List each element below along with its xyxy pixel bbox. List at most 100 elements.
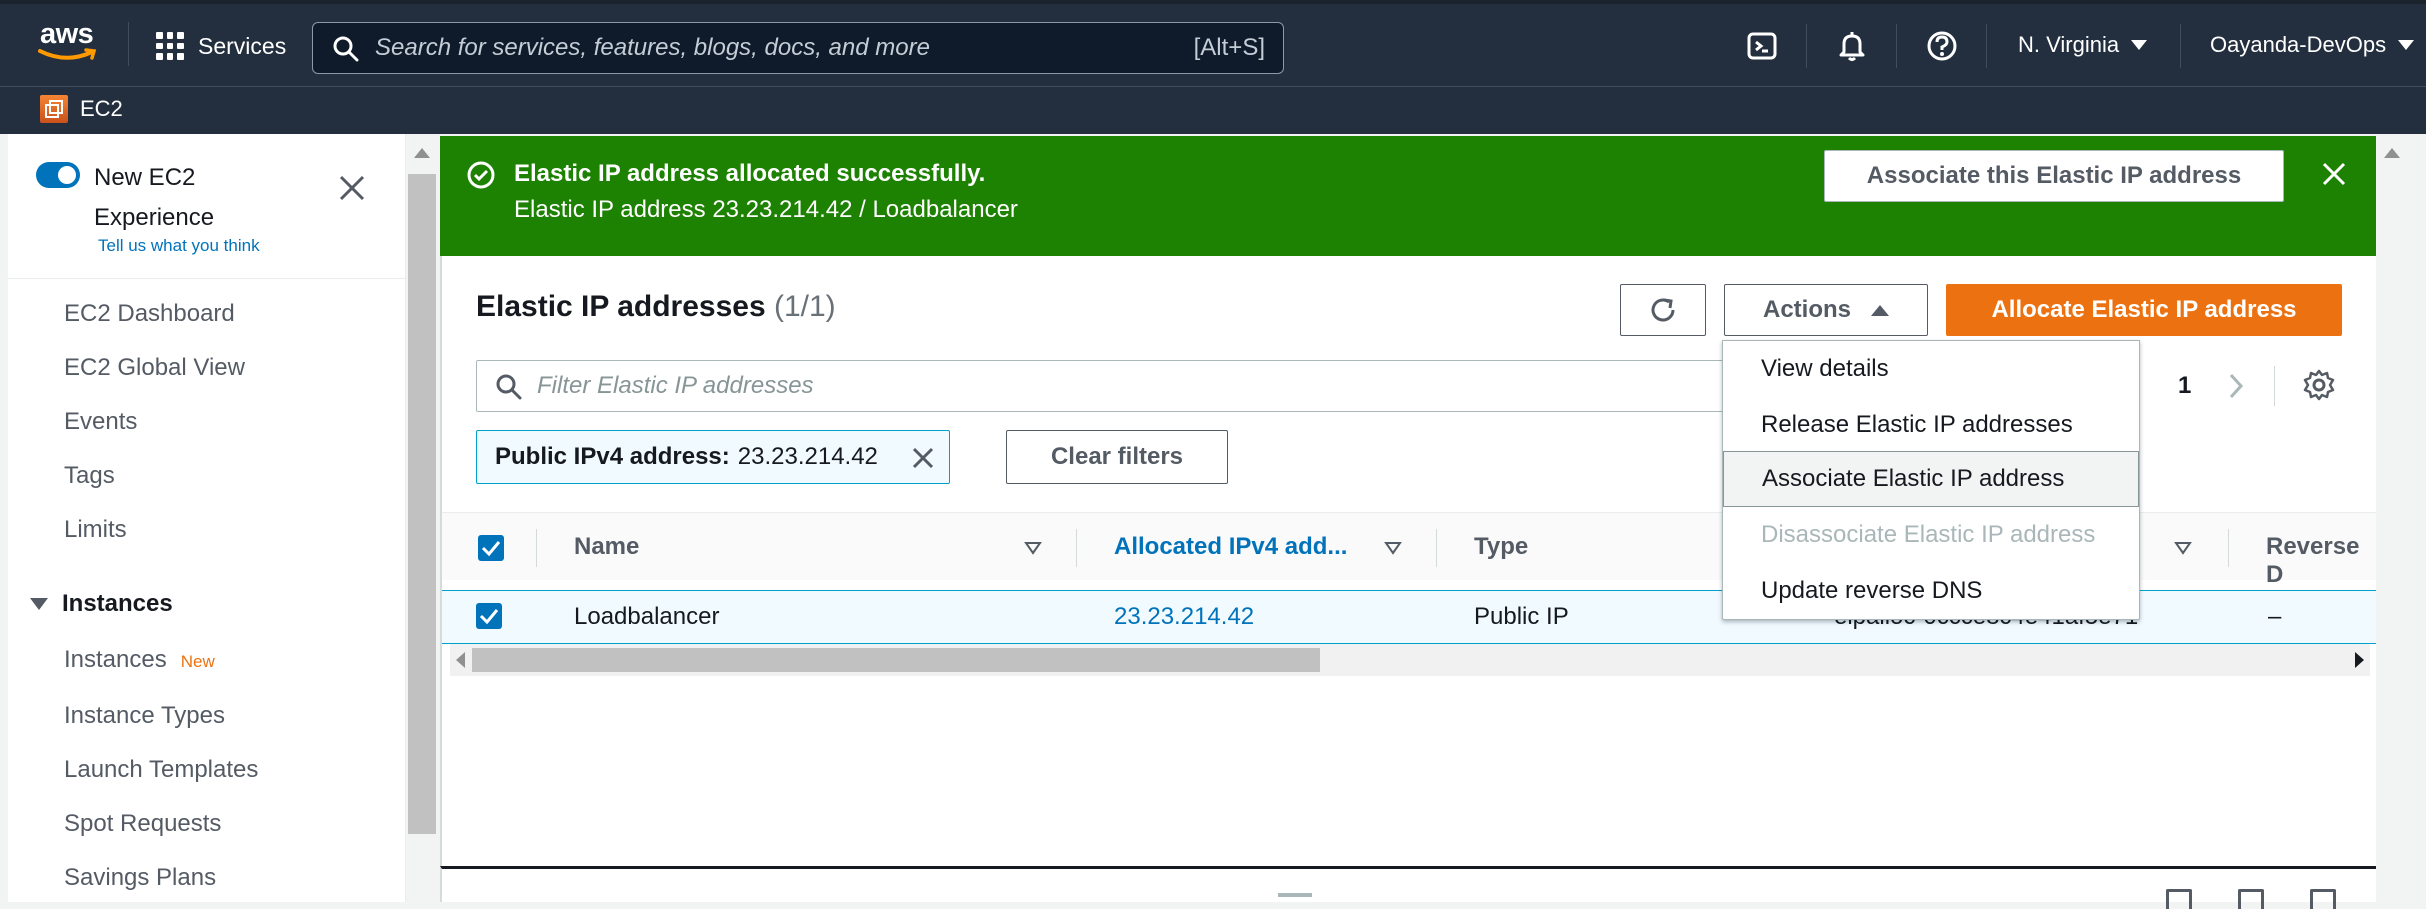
associate-eip-button[interactable]: Associate this Elastic IP address [1824,150,2284,202]
column-header-ipv4[interactable]: Allocated IPv4 add... [1114,533,1347,561]
service-bar: EC2 [0,86,2426,134]
sidebar-section-instances[interactable]: Instances [30,590,173,618]
aws-logo[interactable]: aws [36,18,100,62]
sidebar-divider [8,278,406,279]
region-label: N. Virginia [2018,32,2120,57]
filter-box[interactable] [476,360,1776,412]
cloudshell-icon[interactable] [1746,30,1778,62]
caret-down-icon [2398,40,2415,50]
feedback-link[interactable]: Tell us what you think [98,236,260,256]
sidebar-item-global-view[interactable]: EC2 Global View [64,354,245,382]
close-icon[interactable] [2320,160,2348,188]
account-label: Oayanda-DevOps [2210,32,2387,57]
scroll-right-icon[interactable] [2355,652,2364,668]
clear-filters-button[interactable]: Clear filters [1006,430,1228,484]
split-bottom-icon[interactable] [2166,889,2192,909]
nav-divider [1986,24,1987,68]
table-horizontal-scrollbar[interactable] [450,644,2370,676]
new-badge: New [180,652,215,671]
grid-icon [156,32,184,60]
actions-label: Actions [1762,296,1851,323]
region-selector[interactable]: N. Virginia [2018,32,2148,58]
global-search-input[interactable] [375,31,1175,65]
selection-count: (1/1) [773,290,836,323]
menu-item-release-eip[interactable]: Release Elastic IP addresses [1723,397,2139,453]
column-divider [536,529,537,567]
actions-dropdown-menu: View details Release Elastic IP addresse… [1722,340,2140,620]
menu-item-update-reverse-dns[interactable]: Update reverse DNS [1723,563,2139,619]
cell-ipv4-link[interactable]: 23.23.214.42 [1114,603,1254,631]
flash-title: Elastic IP address allocated successfull… [514,160,986,187]
scrollbar-thumb[interactable] [408,174,436,834]
sort-icon[interactable] [1024,541,1042,555]
refresh-button[interactable] [1620,284,1706,336]
sort-icon[interactable] [2174,541,2192,555]
cell-name: Loadbalancer [574,603,720,630]
filter-input[interactable] [537,370,1237,402]
filter-token: Public IPv4 address: 23.23.214.42 [476,430,950,484]
column-divider [2228,529,2229,567]
help-icon[interactable] [1926,30,1958,62]
token-key: Public IPv4 address: [495,443,730,470]
page-scrollbar[interactable] [2376,134,2408,902]
services-label: Services [198,32,287,59]
column-divider [1076,529,1077,567]
sort-icon[interactable] [1384,541,1402,555]
success-flashbar: Elastic IP address allocated successfull… [440,136,2376,256]
actions-button[interactable]: Actions [1724,284,1928,336]
menu-item-associate-eip[interactable]: Associate Elastic IP address [1723,451,2139,507]
title-text: Elastic IP addresses [476,290,766,323]
nav-divider [2180,24,2181,68]
nav-divider [1806,24,1807,68]
sidebar-item-tags[interactable]: Tags [64,462,115,490]
sidebar-item-label: Instances [64,646,167,673]
global-search[interactable]: [Alt+S] [312,22,1284,74]
sidebar-item-events[interactable]: Events [64,408,137,436]
page-title: Elastic IP addresses (1/1) [476,290,836,324]
column-divider [1436,529,1437,567]
row-checkbox[interactable] [476,603,502,629]
flash-message: Elastic IP address 23.23.214.42 / Loadba… [514,196,1018,223]
page-number[interactable]: 1 [2178,372,2191,400]
bell-icon[interactable] [1836,30,1868,62]
ec2-label: EC2 [80,96,123,121]
split-hide-icon[interactable] [2310,889,2336,909]
allocate-eip-button[interactable]: Allocate Elastic IP address [1946,284,2342,336]
column-header-reverse-dns[interactable]: Reverse D [2266,533,2376,589]
search-icon [496,374,522,400]
nav-divider [1896,24,1897,68]
column-header-type[interactable]: Type [1474,533,1528,561]
drag-handle-icon[interactable] [1278,893,1312,897]
cell-type: Public IP [1474,603,1569,630]
sidebar: New EC2 Experience Tell us what you thin… [8,134,406,902]
sidebar-item-spot-requests[interactable]: Spot Requests [64,810,221,838]
new-experience-toggle[interactable] [36,162,80,188]
close-icon[interactable] [911,446,935,470]
account-menu[interactable]: Oayanda-DevOps [2210,32,2415,58]
services-menu-button[interactable]: Services [156,28,286,64]
close-icon[interactable] [338,174,366,202]
sidebar-item-savings-plans[interactable]: Savings Plans [64,864,216,892]
sidebar-scrollbar[interactable] [406,134,438,902]
scroll-left-icon[interactable] [456,652,465,668]
scrollbar-thumb[interactable] [472,648,1320,672]
ec2-favorite[interactable]: EC2 [40,95,123,123]
sidebar-item-instance-types[interactable]: Instance Types [64,702,225,730]
sidebar-item-instances[interactable]: Instances New [64,646,215,674]
scroll-up-icon[interactable] [2384,148,2400,158]
token-value: 23.23.214.42 [737,443,878,470]
new-experience-title: New EC2 Experience [94,164,215,231]
sidebar-item-ec2-dashboard[interactable]: EC2 Dashboard [64,300,235,328]
split-side-icon[interactable] [2238,889,2264,909]
scroll-up-icon[interactable] [414,148,430,158]
chevron-right-icon[interactable] [2226,372,2246,400]
menu-item-view-details[interactable]: View details [1723,341,2139,397]
caret-down-icon [2131,40,2148,50]
gear-icon[interactable] [2302,368,2336,402]
top-navigation: aws Services [Alt+S] N. V [0,0,2426,86]
sidebar-item-limits[interactable]: Limits [64,516,127,544]
select-all-checkbox[interactable] [478,535,504,561]
sidebar-item-launch-templates[interactable]: Launch Templates [64,756,258,784]
column-header-name[interactable]: Name [574,533,639,561]
cell-reverse-dns: – [2268,603,2282,630]
